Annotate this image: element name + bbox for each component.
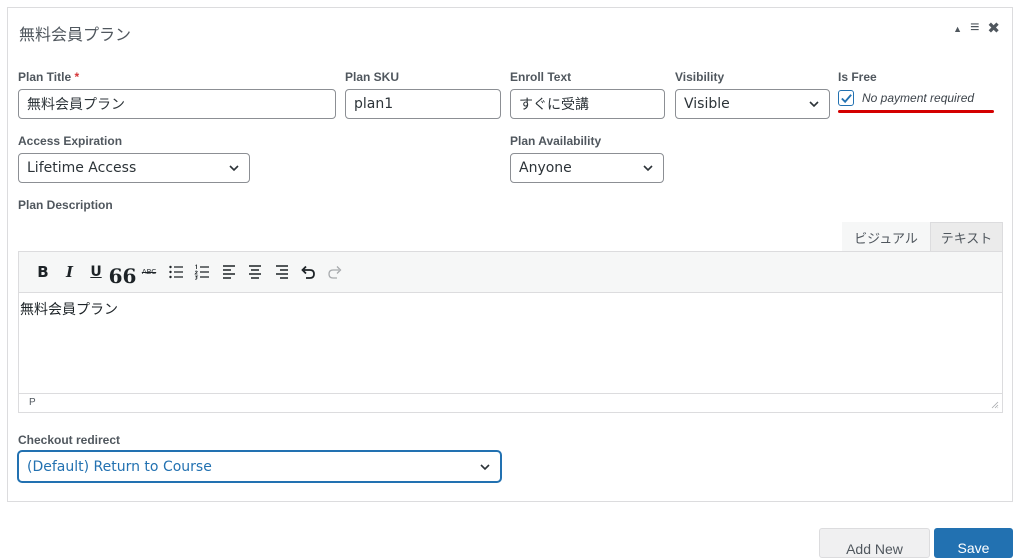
tab-text[interactable]: テキスト [930, 222, 1003, 252]
align-left-button[interactable] [217, 258, 241, 286]
blockquote-button[interactable]: 66 [109, 258, 137, 286]
panel-controls: ▲ ≡ ✖ [953, 20, 1000, 36]
checkout-redirect-select[interactable]: (Default) Return to Course [18, 451, 501, 482]
chevron-down-icon [229, 165, 239, 172]
checkout-redirect-label: Checkout redirect [18, 433, 121, 447]
resize-handle-icon[interactable] [991, 401, 999, 409]
visibility-select[interactable]: Visible [675, 89, 830, 119]
align-center-icon [249, 265, 261, 279]
enroll-text-value: すぐに受講 [519, 97, 589, 113]
access-expiration-value: Lifetime Access [27, 160, 137, 176]
required-mark: * [74, 70, 80, 84]
underline-button[interactable]: U [84, 258, 108, 286]
redo-icon [327, 266, 341, 279]
editor-content[interactable]: 無料会員プラン [19, 293, 1002, 394]
numbered-list-button[interactable] [190, 258, 214, 286]
panel-title: 無料会員プラン [19, 27, 132, 44]
plan-sku-input[interactable]: plan1 [345, 89, 501, 119]
element-path[interactable]: P [29, 397, 36, 408]
description-editor: B I U 66 ABC 無料会員プラン P [18, 251, 1003, 413]
enroll-text-label: Enroll Text [510, 70, 572, 84]
plan-availability-value: Anyone [519, 160, 572, 176]
plan-title-value: 無料会員プラン [27, 97, 125, 113]
chevron-down-icon [480, 463, 490, 470]
bullet-list-button[interactable] [164, 258, 188, 286]
align-center-button[interactable] [243, 258, 267, 286]
plan-description-label: Plan Description [18, 198, 113, 212]
numbered-list-icon [194, 264, 209, 280]
bold-button[interactable]: B [31, 258, 55, 286]
add-new-button[interactable]: Add New [819, 528, 930, 558]
plan-sku-value: plan1 [354, 96, 394, 112]
triangle-up-icon[interactable]: ▲ [953, 24, 962, 34]
hamburger-icon[interactable]: ≡ [970, 20, 979, 36]
align-right-icon [275, 265, 288, 279]
save-button[interactable]: Save [934, 528, 1013, 558]
is-free-label: Is Free [838, 70, 877, 84]
chevron-down-icon [809, 101, 819, 108]
editor-toolbar: B I U 66 ABC [19, 252, 1002, 293]
annotation-underline [838, 110, 994, 113]
bullet-list-icon [168, 265, 183, 279]
tab-visual[interactable]: ビジュアル [842, 222, 930, 252]
visibility-value: Visible [684, 96, 730, 112]
undo-button[interactable] [296, 258, 320, 286]
plan-sku-label: Plan SKU [345, 70, 400, 84]
is-free-checkbox[interactable] [838, 90, 854, 106]
italic-button[interactable]: I [58, 258, 82, 286]
close-icon[interactable]: ✖ [987, 21, 1000, 36]
checkmark-icon [840, 93, 852, 103]
align-right-button[interactable] [270, 258, 294, 286]
align-left-icon [222, 265, 235, 279]
plan-availability-label: Plan Availability [510, 134, 602, 148]
plan-title-input[interactable]: 無料会員プラン [18, 89, 336, 119]
checkout-redirect-value: (Default) Return to Course [27, 458, 212, 475]
plan-title-label: Plan Title * [18, 70, 80, 84]
visibility-label: Visibility [675, 70, 725, 84]
access-expiration-label: Access Expiration [18, 134, 123, 148]
redo-button[interactable] [323, 258, 347, 286]
plan-availability-select[interactable]: Anyone [510, 153, 664, 183]
chevron-down-icon [643, 165, 653, 172]
enroll-text-input[interactable]: すぐに受講 [510, 89, 665, 119]
access-expiration-select[interactable]: Lifetime Access [18, 153, 250, 183]
undo-icon [301, 265, 315, 279]
is-free-checkbox-label[interactable]: No payment required [862, 91, 974, 105]
strikethrough-button[interactable]: ABC [137, 258, 161, 286]
editor-statusbar: P [19, 393, 1002, 412]
